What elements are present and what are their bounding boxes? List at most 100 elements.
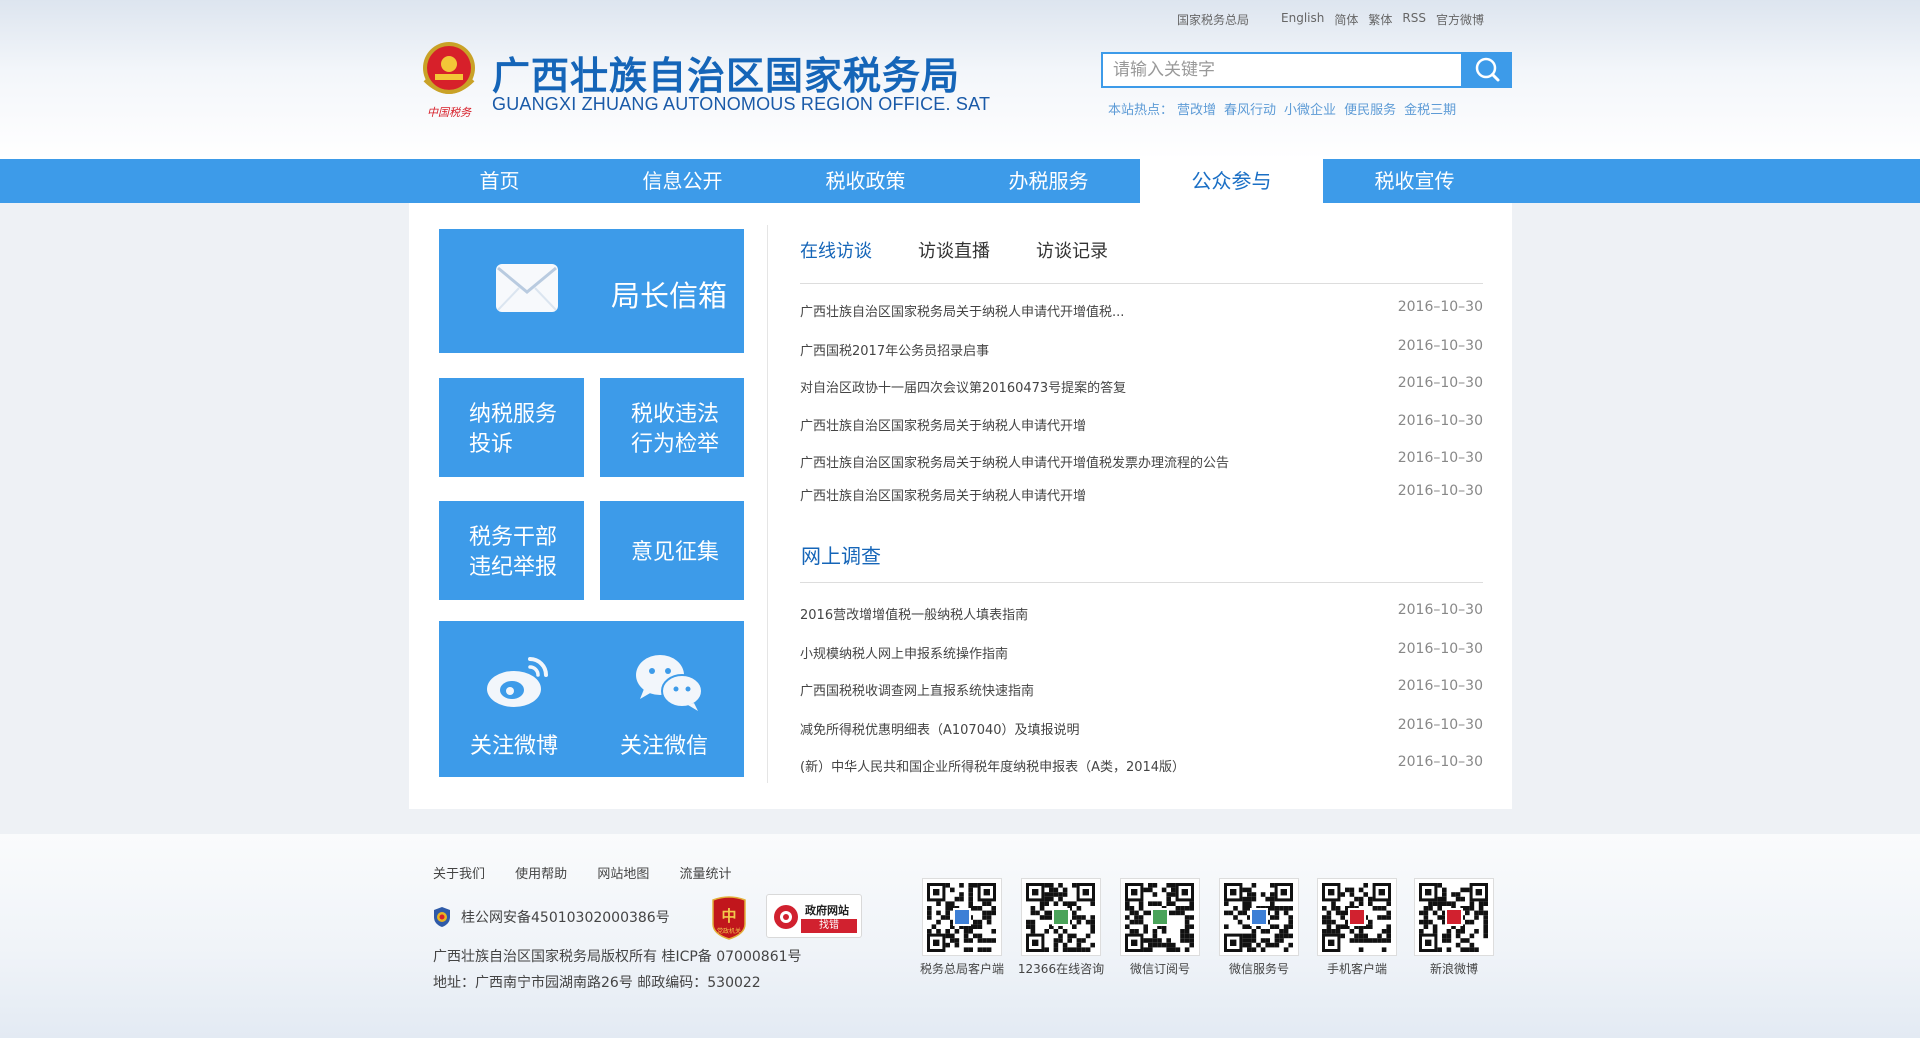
qr-code-icon <box>1419 883 1488 952</box>
hot-word[interactable]: 金税三期 <box>1404 103 1456 118</box>
nav-item-tax-services[interactable]: 办税服务 <box>957 159 1140 203</box>
list-item: 广西壮族自治区国家税务局关于纳税人申请代开增 2016–10–30 <box>800 413 1483 435</box>
hot-word[interactable]: 营改增 <box>1177 103 1216 118</box>
qr-code-image[interactable] <box>1021 878 1101 956</box>
qr-code-caption: 手机客户端 <box>1326 962 1387 976</box>
footer-link-stats[interactable]: 流量统计 <box>679 867 731 882</box>
weibo-icon <box>487 657 548 707</box>
qr-code-caption: 税务总局客户端 <box>919 962 1004 976</box>
copyright-text: 广西壮族自治区国家税务局版权所有 桂ICP备 07000861号 <box>433 949 802 965</box>
main-content: 局长信箱 纳税服务 投诉 税收违法 行为检举 税务干部 违纪举报 意见征集 关注… <box>409 203 1512 809</box>
news-date: 2016–10–30 <box>1397 483 1483 499</box>
news-title[interactable]: (新）中华人民共和国企业所得税年度纳税申报表（A类，2014版） <box>800 756 1185 775</box>
tile-label: 税务干部 <box>469 525 558 550</box>
qr-code-image[interactable] <box>922 878 1002 956</box>
list-item: 广西壮族自治区国家税务局关于纳税人申请代开增值税... 2016–10–30 <box>800 299 1483 321</box>
social-follow-tile: 关注微博 关注微信 <box>439 621 744 777</box>
news-title[interactable]: 广西壮族自治区国家税务局关于纳税人申请代开增值税发票办理流程的公告 <box>800 452 1229 471</box>
qr-code-item: 12366在线咨询 <box>1018 878 1104 977</box>
nav-item-home[interactable]: 首页 <box>408 159 591 203</box>
tile-label: 纳税服务 <box>469 402 558 427</box>
qr-code-item: 税务总局客户端 <box>920 878 1004 977</box>
qr-code-icon <box>1322 883 1391 952</box>
hot-word[interactable]: 春风行动 <box>1224 103 1276 118</box>
list-item: 对自治区政协十一届四次会议第20160473号提案的答复 2016–10–30 <box>800 375 1483 397</box>
cadre-discipline-report-tile[interactable]: 税务干部 违纪举报 <box>439 501 584 600</box>
tile-label: 意见征集 <box>631 540 720 565</box>
nav-item-public-participation[interactable]: 公众参与 <box>1140 157 1323 203</box>
search-input[interactable] <box>1101 52 1463 88</box>
qr-code-item: 微信服务号 <box>1219 878 1299 977</box>
news-date: 2016–10–30 <box>1397 717 1483 733</box>
nav-item-tax-policy[interactable]: 税收政策 <box>774 159 957 203</box>
link-traditional[interactable]: 繁体 <box>1368 11 1392 28</box>
link-rss[interactable]: RSS <box>1402 11 1426 28</box>
news-title[interactable]: 广西壮族自治区国家税务局关于纳税人申请代开增值税... <box>800 301 1124 320</box>
qr-code-image[interactable] <box>1414 878 1494 956</box>
police-record-link[interactable]: 桂公网安备45010302000386号 <box>461 907 670 927</box>
list-item: (新）中华人民共和国企业所得税年度纳税申报表（A类，2014版） 2016–10… <box>800 754 1483 776</box>
director-mailbox-tile[interactable]: 局长信箱 <box>439 229 744 353</box>
divider <box>800 283 1483 284</box>
news-title[interactable]: 2016营改增增值税一般纳税人填表指南 <box>800 604 1028 623</box>
news-date: 2016–10–30 <box>1397 450 1483 466</box>
weibo-label: 关注微博 <box>469 734 558 759</box>
search-icon <box>1475 57 1500 82</box>
news-title[interactable]: 广西国税2017年公务员招录启事 <box>800 340 989 359</box>
footer-link-sitemap[interactable]: 网站地图 <box>597 867 649 882</box>
tab-interview-records[interactable]: 访谈记录 <box>1036 237 1108 263</box>
qr-code-image[interactable] <box>1219 878 1299 956</box>
opinion-collection-tile[interactable]: 意见征集 <box>600 501 744 600</box>
qr-code-icon <box>927 883 996 952</box>
party-badge-text: 党政机关 <box>717 927 741 935</box>
tax-service-complaint-tile[interactable]: 纳税服务 投诉 <box>439 378 584 477</box>
qr-code-item: 微信订阅号 <box>1120 878 1200 977</box>
hot-word[interactable]: 小微企业 <box>1284 103 1336 118</box>
survey-section-title[interactable]: 网上调查 <box>801 540 881 569</box>
follow-wechat-button[interactable]: 关注微信 <box>589 621 739 777</box>
news-title[interactable]: 广西国税税收调查网上直报系统快速指南 <box>800 680 1034 699</box>
gov-badge-bottom: 找错 <box>801 919 857 933</box>
news-title[interactable]: 广西壮族自治区国家税务局关于纳税人申请代开增 <box>800 485 1086 504</box>
gov-site-emblem-icon <box>774 905 798 929</box>
gov-site-report-error-badge[interactable]: 政府网站 找错 <box>766 894 862 938</box>
site-footer: 关于我们 使用帮助 网站地图 流量统计 桂公网安备45010302000386号… <box>0 834 1920 1038</box>
nav-item-info-disclosure[interactable]: 信息公开 <box>591 159 774 203</box>
link-english[interactable]: English <box>1281 11 1324 28</box>
qr-code-image[interactable] <box>1120 878 1200 956</box>
link-official-weibo[interactable]: 官方微博 <box>1436 11 1484 28</box>
search-button[interactable] <box>1463 52 1512 88</box>
news-date: 2016–10–30 <box>1397 602 1483 618</box>
emblem-text: 中国税务 <box>427 106 472 119</box>
footer-link-about[interactable]: 关于我们 <box>433 867 485 882</box>
nav-item-tax-publicity[interactable]: 税收宣传 <box>1323 159 1506 203</box>
site-title: 广西壮族自治区国家税务局 <box>492 54 961 98</box>
link-sat-hq[interactable]: 国家税务总局 <box>1177 11 1249 28</box>
hot-label: 本站热点： <box>1108 103 1174 118</box>
hot-words: 本站热点： 营改增 春风行动 小微企业 便民服务 金税三期 <box>1108 99 1464 118</box>
follow-weibo-button[interactable]: 关注微博 <box>439 621 589 777</box>
gov-badge-top: 政府网站 <box>805 904 849 917</box>
mailbox-label: 局长信箱 <box>611 279 728 313</box>
tab-online-interview[interactable]: 在线访谈 <box>800 237 872 263</box>
police-badge-icon <box>434 907 450 927</box>
tax-violation-report-tile[interactable]: 税收违法 行为检举 <box>600 378 744 477</box>
qr-code-icon <box>1224 883 1293 952</box>
footer-link-help[interactable]: 使用帮助 <box>515 867 567 882</box>
party-government-badge-icon[interactable]: 中 党政机关 <box>709 894 749 940</box>
news-date: 2016–10–30 <box>1397 375 1483 391</box>
top-links: 国家税务总局 English 简体 繁体 RSS 官方微博 <box>1177 11 1494 28</box>
link-simplified[interactable]: 简体 <box>1334 11 1358 28</box>
tab-interview-live[interactable]: 访谈直播 <box>918 237 990 263</box>
news-title[interactable]: 小规模纳税人网上申报系统操作指南 <box>800 643 1008 662</box>
news-title[interactable]: 对自治区政协十一届四次会议第20160473号提案的答复 <box>800 377 1126 396</box>
qr-code-caption: 12366在线咨询 <box>1017 962 1105 976</box>
list-item: 2016营改增增值税一般纳税人填表指南 2016–10–30 <box>800 602 1483 624</box>
hot-word[interactable]: 便民服务 <box>1344 103 1396 118</box>
news-title[interactable]: 广西壮族自治区国家税务局关于纳税人申请代开增 <box>800 415 1086 434</box>
news-title[interactable]: 减免所得税优惠明细表（A107040）及填报说明 <box>800 719 1080 738</box>
qr-code-item: 手机客户端 <box>1317 878 1397 977</box>
qr-code-image[interactable] <box>1317 878 1397 956</box>
main-nav: 首页 信息公开 税收政策 办税服务 公众参与 税收宣传 <box>0 157 1920 203</box>
list-item: 广西国税2017年公务员招录启事 2016–10–30 <box>800 338 1483 360</box>
